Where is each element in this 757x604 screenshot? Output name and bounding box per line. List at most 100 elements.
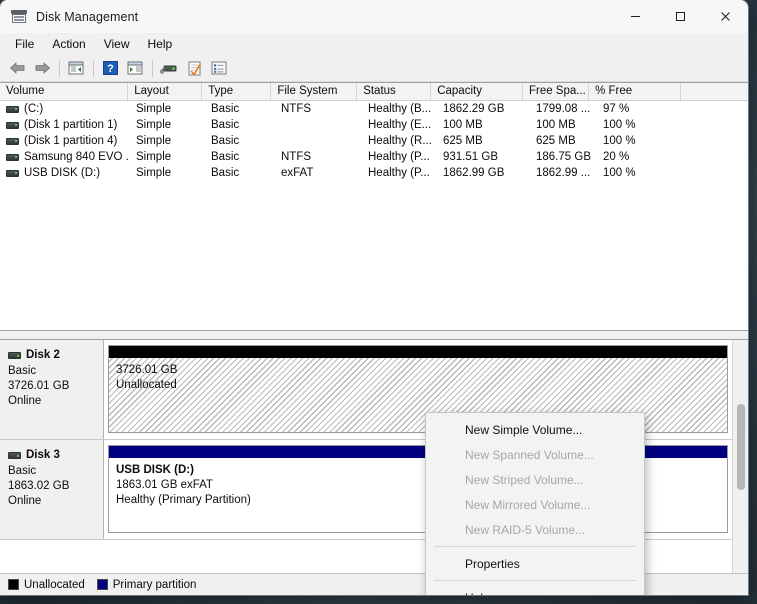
capacity-cell: 625 MB (443, 135, 483, 147)
maximize-button[interactable] (658, 0, 703, 33)
forward-arrow-icon[interactable] (30, 57, 54, 79)
menu-item-new-spanned-volume: New Spanned Volume... (465, 447, 594, 462)
volume-list-header: Volume Layout Type File System Status Ca… (0, 83, 748, 101)
column-header-percent-free[interactable]: % Free (589, 83, 681, 100)
percent-free-cell: 100 % (603, 167, 636, 179)
type-cell: Basic (211, 103, 240, 115)
panel-splitter[interactable] (0, 331, 748, 339)
legend-label-primary-partition: Primary partition (112, 578, 197, 591)
minimize-button[interactable] (613, 0, 658, 33)
volume-label: (Disk 1 partition 1) (24, 119, 118, 131)
layout-cell: Simple (136, 135, 172, 147)
context-menu-separator-2 (434, 580, 636, 581)
status-cell: Healthy (R... (368, 135, 432, 147)
free-space-cell: 1799.08 ... (536, 103, 591, 115)
drive-icon (6, 169, 19, 177)
menu-item-new-simple-volume[interactable]: New Simple Volume... (426, 417, 644, 442)
layout-cell: Simple (136, 119, 172, 131)
status-cell: Healthy (P... (368, 167, 430, 179)
file-system-cell: NTFS (281, 151, 312, 163)
drive-icon (6, 105, 19, 113)
menu-item-help[interactable]: Help (426, 585, 644, 596)
title-bar[interactable]: Disk Management (0, 0, 748, 33)
volume-cell: (Disk 1 partition 1) (0, 119, 130, 131)
volume-cell: (C:) (0, 103, 130, 115)
disk-info-disk-3[interactable]: Disk 3 Basic 1863.02 GB Online (0, 440, 104, 539)
volume-cell: USB DISK (D:) (0, 167, 130, 179)
capacity-cell: 100 MB (443, 119, 483, 131)
column-header-empty[interactable] (680, 83, 748, 100)
file-system-cell: exFAT (281, 167, 314, 179)
type-cell: Basic (211, 151, 240, 163)
disk-info-disk-2[interactable]: Disk 2 Basic 3726.01 GB Online (0, 340, 104, 439)
menu-help[interactable]: Help (139, 34, 182, 54)
show-hide-action-pane-icon[interactable] (123, 57, 147, 79)
window-controls (613, 0, 748, 33)
back-arrow-icon[interactable] (5, 57, 29, 79)
column-header-layout[interactable]: Layout (128, 83, 203, 100)
column-header-type[interactable]: Type (202, 83, 272, 100)
disk-title: Disk 3 (8, 448, 103, 463)
properties-icon[interactable] (182, 57, 206, 79)
volume-cell: (Disk 1 partition 4) (0, 135, 130, 147)
help-icon[interactable]: ? (98, 57, 122, 79)
free-space-cell: 186.75 GB (536, 151, 591, 163)
column-header-volume[interactable]: Volume (0, 83, 129, 100)
legend-item-unallocated: Unallocated (8, 579, 85, 591)
free-space-cell: 625 MB (536, 135, 576, 147)
layout-cell: Simple (136, 103, 172, 115)
disk-icon (8, 352, 21, 359)
scrollbar-thumb[interactable] (737, 404, 745, 490)
menu-bar: File Action View Help (0, 33, 748, 55)
volume-label: (Disk 1 partition 4) (24, 135, 118, 147)
table-row[interactable]: (C:) Simple Basic NTFS Healthy (B... 186… (0, 101, 748, 117)
menu-view[interactable]: View (95, 34, 139, 54)
column-header-status[interactable]: Status (357, 83, 432, 100)
show-hide-console-tree-icon[interactable] (64, 57, 88, 79)
volume-cell: Samsung 840 EVO ... (0, 151, 130, 163)
drive-icon (6, 153, 19, 161)
partition-color-bar (109, 346, 727, 358)
status-cell: Healthy (P... (368, 151, 430, 163)
context-menu: New Simple Volume... New Spanned Volume.… (425, 412, 645, 595)
column-header-file-system[interactable]: File System (271, 83, 358, 100)
partition-size: 3726.01 GB (116, 364, 178, 376)
type-cell: Basic (211, 135, 240, 147)
disk-type: Basic (8, 465, 37, 477)
rescan-disks-icon[interactable] (157, 57, 181, 79)
table-row[interactable]: (Disk 1 partition 4) Simple Basic Health… (0, 133, 748, 149)
table-row[interactable]: USB DISK (D:) Simple Basic exFAT Healthy… (0, 165, 748, 181)
type-cell: Basic (211, 119, 240, 131)
column-header-capacity[interactable]: Capacity (431, 83, 523, 100)
close-button[interactable] (703, 0, 748, 33)
partition-status: Unallocated (116, 379, 177, 391)
table-row[interactable]: (Disk 1 partition 1) Simple Basic Health… (0, 117, 748, 133)
disk-state: Online (8, 495, 42, 507)
volume-label: (C:) (24, 103, 44, 115)
disk-title: Disk 2 (8, 348, 103, 363)
disk-size: 1863.02 GB (8, 480, 70, 492)
disk-type: Basic (8, 365, 37, 377)
table-row[interactable]: Samsung 840 EVO ... Simple Basic NTFS He… (0, 149, 748, 165)
disk-management-icon (11, 9, 27, 25)
toolbar-separator-2 (93, 59, 94, 77)
menu-action[interactable]: Action (43, 34, 94, 54)
list-view-icon[interactable] (207, 57, 231, 79)
toolbar-separator-1 (59, 59, 60, 77)
capacity-cell: 1862.29 GB (443, 103, 505, 115)
menu-item-properties[interactable]: Properties (426, 551, 644, 576)
toolbar-separator-3 (152, 59, 153, 77)
legend-swatch-unallocated (8, 579, 19, 590)
column-header-free-space[interactable]: Free Spa... (522, 83, 590, 100)
capacity-cell: 1862.99 GB (443, 167, 505, 179)
window-title: Disk Management (36, 9, 139, 24)
volume-label: Samsung 840 EVO ... (24, 151, 130, 163)
vertical-scrollbar[interactable] (732, 340, 748, 573)
disk-size: 3726.01 GB (8, 380, 70, 392)
percent-free-cell: 100 % (603, 119, 636, 131)
drive-icon (6, 121, 19, 129)
volume-label: USB DISK (D:) (24, 167, 101, 179)
disk-state: Online (8, 395, 42, 407)
legend-label-unallocated: Unallocated (24, 578, 85, 591)
menu-file[interactable]: File (6, 34, 43, 54)
